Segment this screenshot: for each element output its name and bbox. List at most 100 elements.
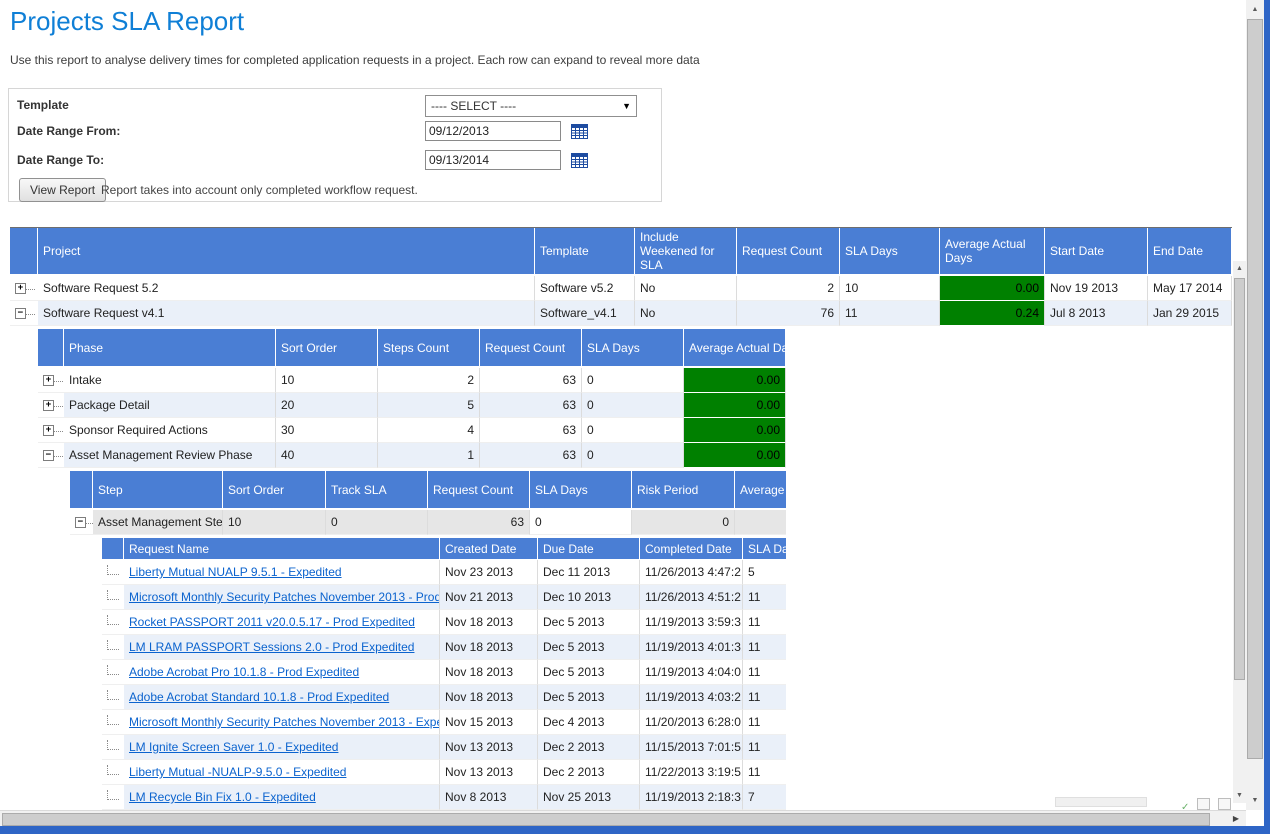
request-count-cell: 63 <box>480 393 582 418</box>
tree-leaf-icon <box>107 615 119 625</box>
sla-days-cell: 7 <box>743 785 786 810</box>
tree-leaf-icon <box>107 690 119 700</box>
date-to-label: Date Range To: <box>17 153 104 167</box>
request-count-cell: 63 <box>480 443 582 468</box>
request-link[interactable]: Adobe Acrobat Standard 10.1.8 - Prod Exp… <box>129 690 389 704</box>
grid-scrollbar-thumb[interactable] <box>1234 278 1245 680</box>
request-link[interactable]: Adobe Acrobat Pro 10.1.8 - Prod Expedite… <box>129 665 359 679</box>
created-date-cell: Nov 18 2013 <box>440 635 538 660</box>
clipped-footer-box <box>1197 798 1210 810</box>
clipped-footer-box <box>1218 798 1231 810</box>
date-from-calendar-icon[interactable] <box>571 123 589 140</box>
expand-icon[interactable]: + <box>15 283 26 294</box>
completed-date-cell: 11/20/2013 6:28:0... <box>640 710 743 735</box>
start-date-cell: Nov 19 2013 <box>1045 276 1148 301</box>
horizontal-scrollbar-thumb[interactable] <box>2 813 1210 826</box>
completed-date-cell: 11/26/2013 4:51:2... <box>640 585 743 610</box>
phase-row: + Sponsor Required Actions 30 4 63 0 0.0… <box>38 418 786 443</box>
tree-leaf-icon <box>107 640 119 650</box>
avg-actual-days-cell: 0.00 <box>684 393 786 418</box>
sla-days-cell: 5 <box>743 560 786 585</box>
page-vertical-scrollbar[interactable]: ▲ ▼ <box>1246 0 1264 810</box>
tree-leaf-icon <box>107 665 119 675</box>
steps-count-cell: 1 <box>378 443 480 468</box>
col-created-date: Created Date <box>440 538 538 560</box>
request-link[interactable]: Microsoft Monthly Security Patches Novem… <box>129 590 440 604</box>
request-link[interactable]: LM LRAM PASSPORT Sessions 2.0 - Prod Exp… <box>129 640 414 654</box>
scroll-right-arrow-icon[interactable]: ▶ <box>1229 812 1243 825</box>
expand-icon[interactable]: + <box>43 425 54 436</box>
sla-days-cell: 11 <box>743 685 786 710</box>
request-link[interactable]: Microsoft Monthly Security Patches Novem… <box>129 715 440 729</box>
risk-period-cell: 0 <box>632 510 735 535</box>
sla-days-cell: 0 <box>582 368 684 393</box>
request-count-cell: 63 <box>480 418 582 443</box>
view-report-button[interactable]: View Report <box>19 178 106 202</box>
request-row: Liberty Mutual NUALP 9.5.1 - Expedited N… <box>102 560 786 585</box>
step-row: − Asset Management Step 10 0 63 0 0 0.00 <box>70 510 786 535</box>
scroll-up-arrow-icon[interactable]: ▲ <box>1246 2 1264 17</box>
request-row: Microsoft Monthly Security Patches Novem… <box>102 710 786 735</box>
col-request-name: Request Name <box>124 538 440 560</box>
collapse-icon[interactable]: − <box>75 517 86 528</box>
request-link[interactable]: LM Recycle Bin Fix 1.0 - Expedited <box>129 790 316 804</box>
col-start-date: Start Date <box>1045 228 1148 276</box>
request-link[interactable]: LM Ignite Screen Saver 1.0 - Expedited <box>129 740 338 754</box>
created-date-cell: Nov 23 2013 <box>440 560 538 585</box>
created-date-cell: Nov 18 2013 <box>440 610 538 635</box>
due-date-cell: Dec 5 2013 <box>538 685 640 710</box>
request-link[interactable]: Rocket PASSPORT 2011 v20.0.5.17 - Prod E… <box>129 615 415 629</box>
scroll-up-arrow-icon[interactable]: ▲ <box>1233 261 1246 276</box>
tree-leaf-icon <box>107 790 119 800</box>
completed-date-cell: 11/19/2013 4:04:0... <box>640 660 743 685</box>
collapse-icon[interactable]: − <box>15 308 26 319</box>
request-row: Liberty Mutual -NUALP-9.5.0 - Expedited … <box>102 760 786 785</box>
col-project: Project <box>38 228 535 276</box>
due-date-cell: Dec 2 2013 <box>538 735 640 760</box>
tree-leaf-icon <box>107 590 119 600</box>
due-date-cell: Dec 5 2013 <box>538 610 640 635</box>
tree-leaf-icon <box>107 765 119 775</box>
col-request-count: Request Count <box>428 471 530 510</box>
expand-icon[interactable]: + <box>43 400 54 411</box>
clipped-grid-footer: ✓ <box>1055 797 1240 809</box>
expand-icon[interactable]: + <box>43 375 54 386</box>
phases-grid-header: Phase Sort Order Steps Count Request Cou… <box>38 329 786 368</box>
col-avg-actual-days: Average Actual Days <box>735 471 786 510</box>
col-steps-count: Steps Count <box>378 329 480 368</box>
grid-vertical-scrollbar[interactable]: ▲ ▼ <box>1233 261 1246 803</box>
steps-count-cell: 4 <box>378 418 480 443</box>
date-from-input[interactable] <box>425 121 561 141</box>
page-scrollbar-thumb[interactable] <box>1247 19 1263 759</box>
sort-order-cell: 40 <box>276 443 378 468</box>
project-row: − Software Request v4.1 Software_v4.1 No… <box>10 301 1232 326</box>
horizontal-scrollbar[interactable]: ▶ <box>0 810 1246 827</box>
col-include-weekend: Include Weekened for SLA <box>635 228 737 276</box>
scroll-down-arrow-icon[interactable]: ▼ <box>1246 793 1264 808</box>
request-row: LM Recycle Bin Fix 1.0 - Expedited Nov 8… <box>102 785 786 810</box>
sla-days-cell: 11 <box>743 710 786 735</box>
created-date-cell: Nov 15 2013 <box>440 710 538 735</box>
col-sort-order: Sort Order <box>223 471 326 510</box>
request-count-cell: 63 <box>480 368 582 393</box>
request-link[interactable]: Liberty Mutual -NUALP-9.5.0 - Expedited <box>129 765 346 779</box>
request-link[interactable]: Liberty Mutual NUALP 9.5.1 - Expedited <box>129 565 342 579</box>
request-count-cell: 76 <box>737 301 840 326</box>
tree-dots <box>54 380 63 382</box>
request-row: Adobe Acrobat Standard 10.1.8 - Prod Exp… <box>102 685 786 710</box>
sla-days-cell: 11 <box>743 735 786 760</box>
date-to-calendar-icon[interactable] <box>571 152 589 169</box>
scroll-down-arrow-icon[interactable]: ▼ <box>1233 788 1246 803</box>
completed-date-cell: 11/26/2013 4:47:2... <box>640 560 743 585</box>
template-select[interactable]: ---- SELECT ---- ▼ <box>425 95 637 117</box>
date-to-input[interactable] <box>425 150 561 170</box>
collapse-icon[interactable]: − <box>43 450 54 461</box>
sort-order-cell: 10 <box>223 510 326 535</box>
col-request-count: Request Count <box>737 228 840 276</box>
tree-dots <box>54 455 63 457</box>
avg-actual-days-cell: 0.00 <box>684 418 786 443</box>
tree-dots <box>54 405 63 407</box>
due-date-cell: Dec 4 2013 <box>538 710 640 735</box>
projects-grid-header: Project Template Include Weekened for SL… <box>10 228 1232 276</box>
completed-date-cell: 11/19/2013 4:03:2... <box>640 685 743 710</box>
